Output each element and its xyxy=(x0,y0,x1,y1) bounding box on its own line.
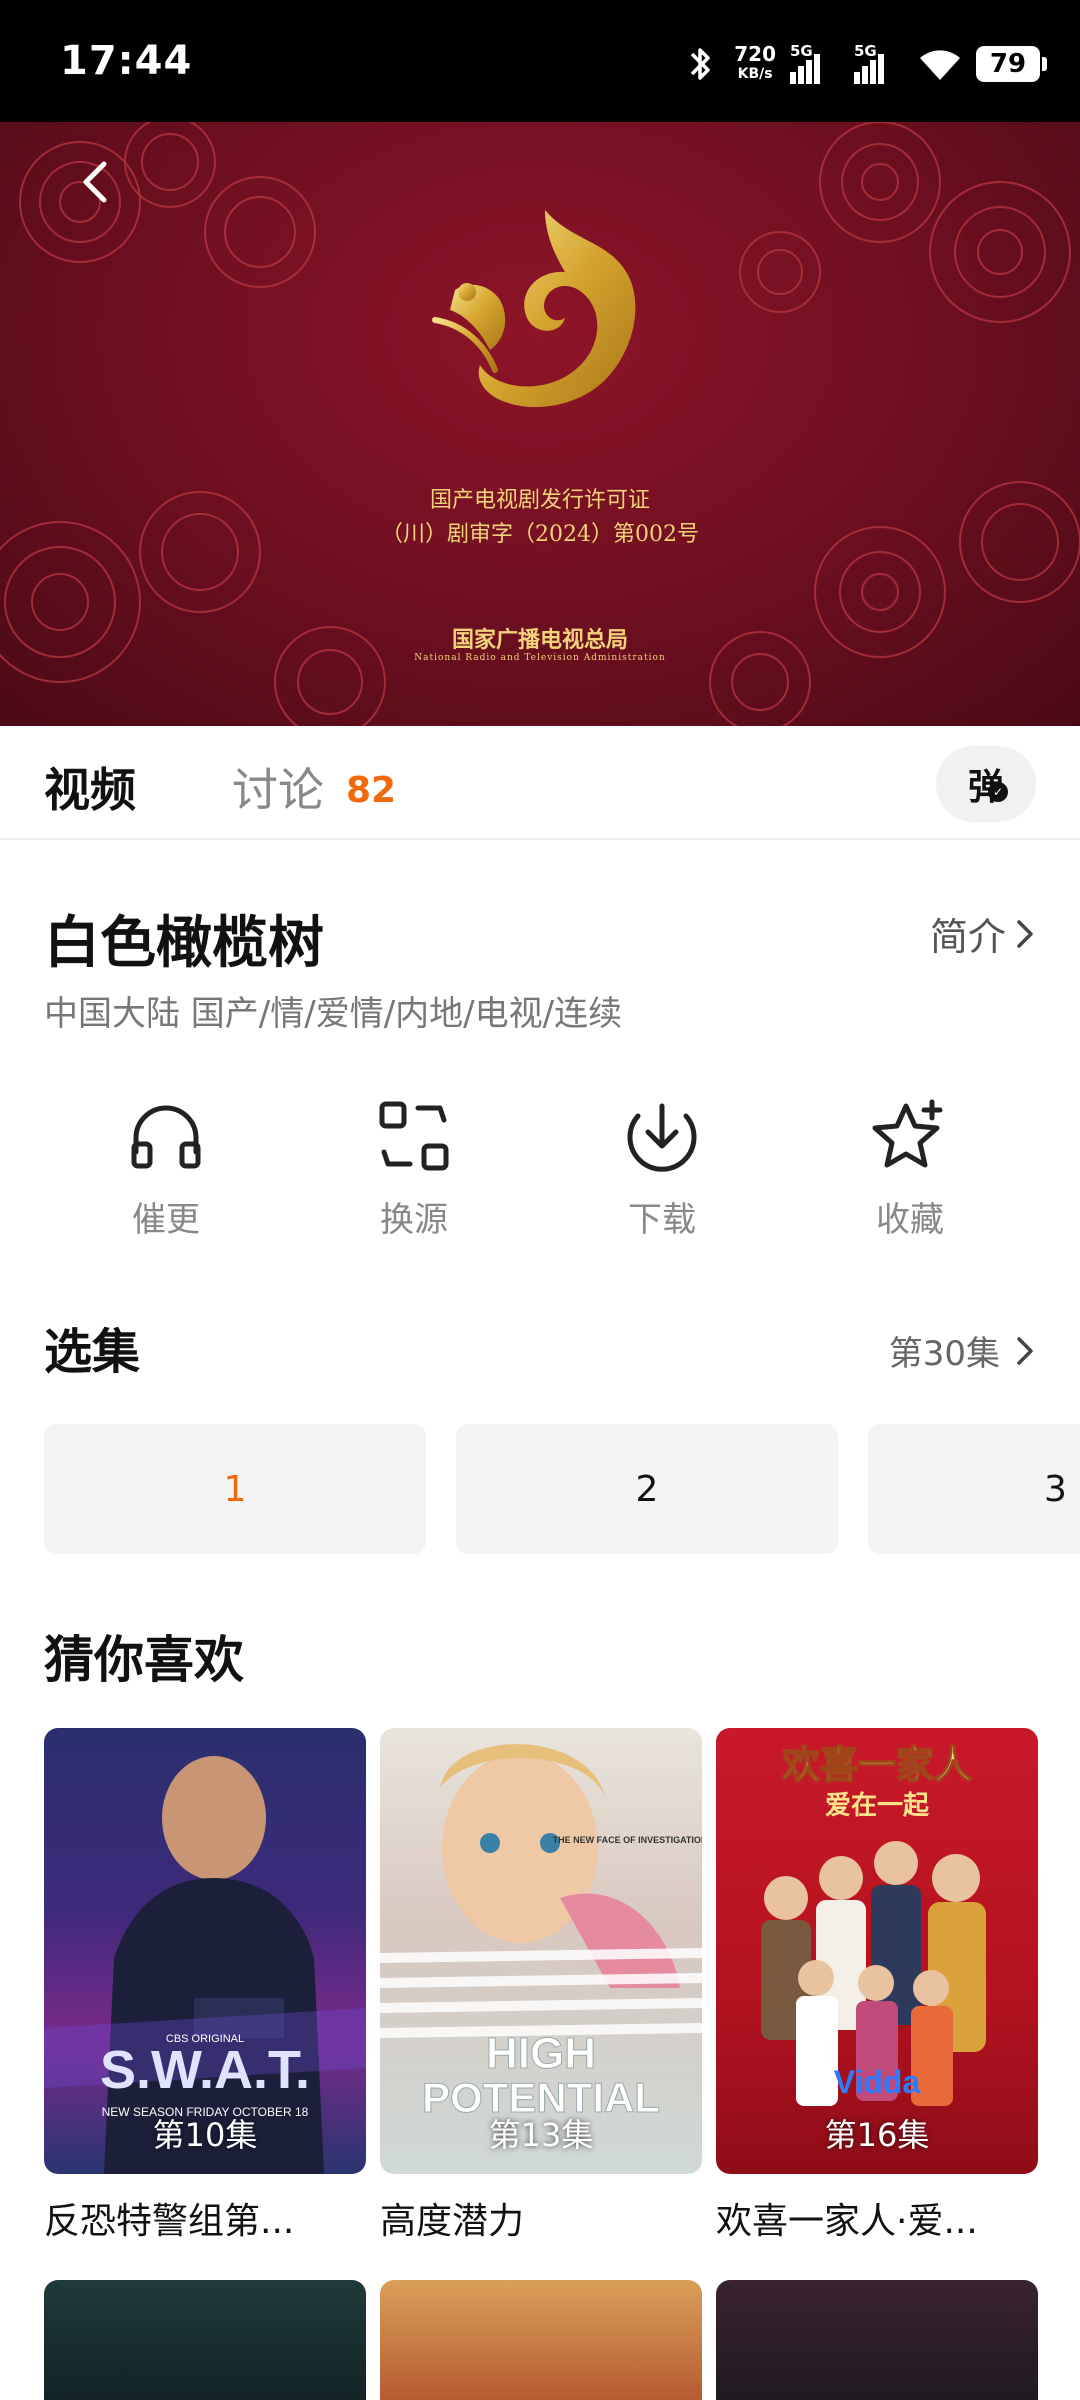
poster-art: CBS ORIGINAL S.W.A.T. NEW SEASON FRIDAY … xyxy=(44,1756,366,2174)
tab-discuss[interactable]: 讨论 xyxy=(232,754,324,820)
show-title: 白色橄榄树 xyxy=(44,911,324,976)
status-icons: 720 KB/s 5G 5G 79 xyxy=(680,42,1047,86)
action-label: 下载 xyxy=(628,1200,696,1240)
episode-badge: 第10集 xyxy=(152,2116,258,2154)
recommend-card-partial[interactable] xyxy=(380,2280,702,2400)
action-favorite[interactable]: 收藏 xyxy=(830,1096,990,1241)
network-speed: 720 KB/s xyxy=(734,42,776,82)
org-name-cn: 国家广播电视总局 xyxy=(451,627,628,653)
chevron-right-icon xyxy=(1017,919,1033,948)
poster-art: THE NEW FACE OF INVESTIGATION HIGH POTEN… xyxy=(380,1744,702,2122)
back-arrow-icon[interactable] xyxy=(70,152,120,212)
action-urge-update[interactable]: 催更 xyxy=(86,1096,246,1241)
broadcast-emblem-logo xyxy=(432,210,636,408)
status-bar: 17:44 720 KB/s 5G 5G 79 xyxy=(0,0,1080,122)
bluetooth-icon xyxy=(691,48,710,80)
status-time: 17:44 xyxy=(60,38,193,84)
action-bar: 催更 换源 下载 收藏 xyxy=(0,1096,1080,1246)
recommend-card-partial[interactable] xyxy=(716,2280,1038,2400)
signal-icon: 5G xyxy=(790,42,840,84)
switch-source-icon xyxy=(379,1101,449,1171)
card-title: 反恐特警组第... xyxy=(44,2201,295,2242)
poster-art: 欢喜一家人 爱在一起 Vidda xyxy=(761,1742,986,2106)
episode-list: 1 2 3 xyxy=(44,1424,1080,1554)
org-name-en: National Radio and Television Administra… xyxy=(414,653,666,663)
vidda-brand-text: Vidda xyxy=(834,2064,921,2100)
danmu-toggle-button[interactable]: 弹 ✓ xyxy=(936,746,1036,822)
action-label: 收藏 xyxy=(876,1200,944,1240)
recommend-card[interactable]: CBS ORIGINAL S.W.A.T. NEW SEASON FRIDAY … xyxy=(44,1728,366,2244)
episode-item-3[interactable]: 3 xyxy=(868,1424,1080,1554)
wifi-icon xyxy=(920,50,960,80)
swat-title-text: S.W.A.T. xyxy=(100,2040,310,2100)
episode-item-1[interactable]: 1 xyxy=(44,1424,426,1554)
action-switch-source[interactable]: 换源 xyxy=(334,1096,494,1241)
card-title: 高度潜力 xyxy=(380,2201,525,2242)
discuss-count-badge: 82 xyxy=(346,770,397,811)
action-label: 换源 xyxy=(380,1200,448,1240)
recommend-card[interactable]: THE NEW FACE OF INVESTIGATION HIGH POTEN… xyxy=(380,1728,702,2244)
chevron-right-icon xyxy=(1017,1336,1033,1365)
episode-badge: 第13集 xyxy=(488,2116,594,2154)
tab-video[interactable]: 视频 xyxy=(44,754,136,820)
recommend-card[interactable]: 欢喜一家人 爱在一起 Vidda 第16集 欢喜一家人·爱... xyxy=(716,1728,1038,2244)
signal-icon-2: 5G xyxy=(854,42,904,84)
battery-icon: 79 xyxy=(976,46,1047,82)
intro-link[interactable]: 简介 xyxy=(930,906,1036,961)
episodes-all-link[interactable]: 第30集 xyxy=(889,1326,1036,1375)
episode-badge: 第16集 xyxy=(824,2116,930,2154)
poster-image: CBS ORIGINAL S.W.A.T. NEW SEASON FRIDAY … xyxy=(44,1728,366,2174)
detail-tabs: 视频 讨论 82 弹 ✓ xyxy=(0,726,1080,840)
intro-label: 简介 xyxy=(929,915,1006,959)
check-icon: ✓ xyxy=(988,782,1008,802)
star-add-icon xyxy=(872,1099,943,1168)
headphones-icon xyxy=(131,1105,201,1169)
card-title: 欢喜一家人·爱... xyxy=(716,2201,978,2242)
poster-image: THE NEW FACE OF INVESTIGATION HIGH POTEN… xyxy=(380,1728,702,2174)
episodes-heading: 选集 xyxy=(44,1324,141,1380)
poster-image: 欢喜一家人 爱在一起 Vidda 第16集 xyxy=(716,1728,1038,2174)
recommend-card-partial[interactable] xyxy=(44,2280,366,2400)
family-title-text-1: 欢喜一家人 xyxy=(781,1743,972,1787)
action-label: 催更 xyxy=(132,1200,200,1240)
high-title-text-1: HIGH xyxy=(486,2029,596,2078)
episodes-current-label: 第30集 xyxy=(888,1334,1000,1374)
action-download[interactable]: 下载 xyxy=(582,1096,742,1241)
show-tags: 中国大陆 国产/情/爱情/内地/电视/连续 xyxy=(44,994,623,1034)
license-title: 国产电视剧发行许可证 xyxy=(429,488,650,513)
download-icon xyxy=(627,1103,697,1172)
family-title-text-2: 爱在一起 xyxy=(825,1791,930,1821)
high-tagline-text: THE NEW FACE OF INVESTIGATION xyxy=(553,1835,702,1845)
license-number: （川）剧审字（2024）第002号 xyxy=(381,522,699,547)
video-player[interactable]: 国产电视剧发行许可证 （川）剧审字（2024）第002号 国家广播电视总局 Na… xyxy=(0,122,1080,726)
episode-item-2[interactable]: 2 xyxy=(456,1424,838,1554)
recommend-heading: 猜你喜欢 xyxy=(44,1631,244,1689)
